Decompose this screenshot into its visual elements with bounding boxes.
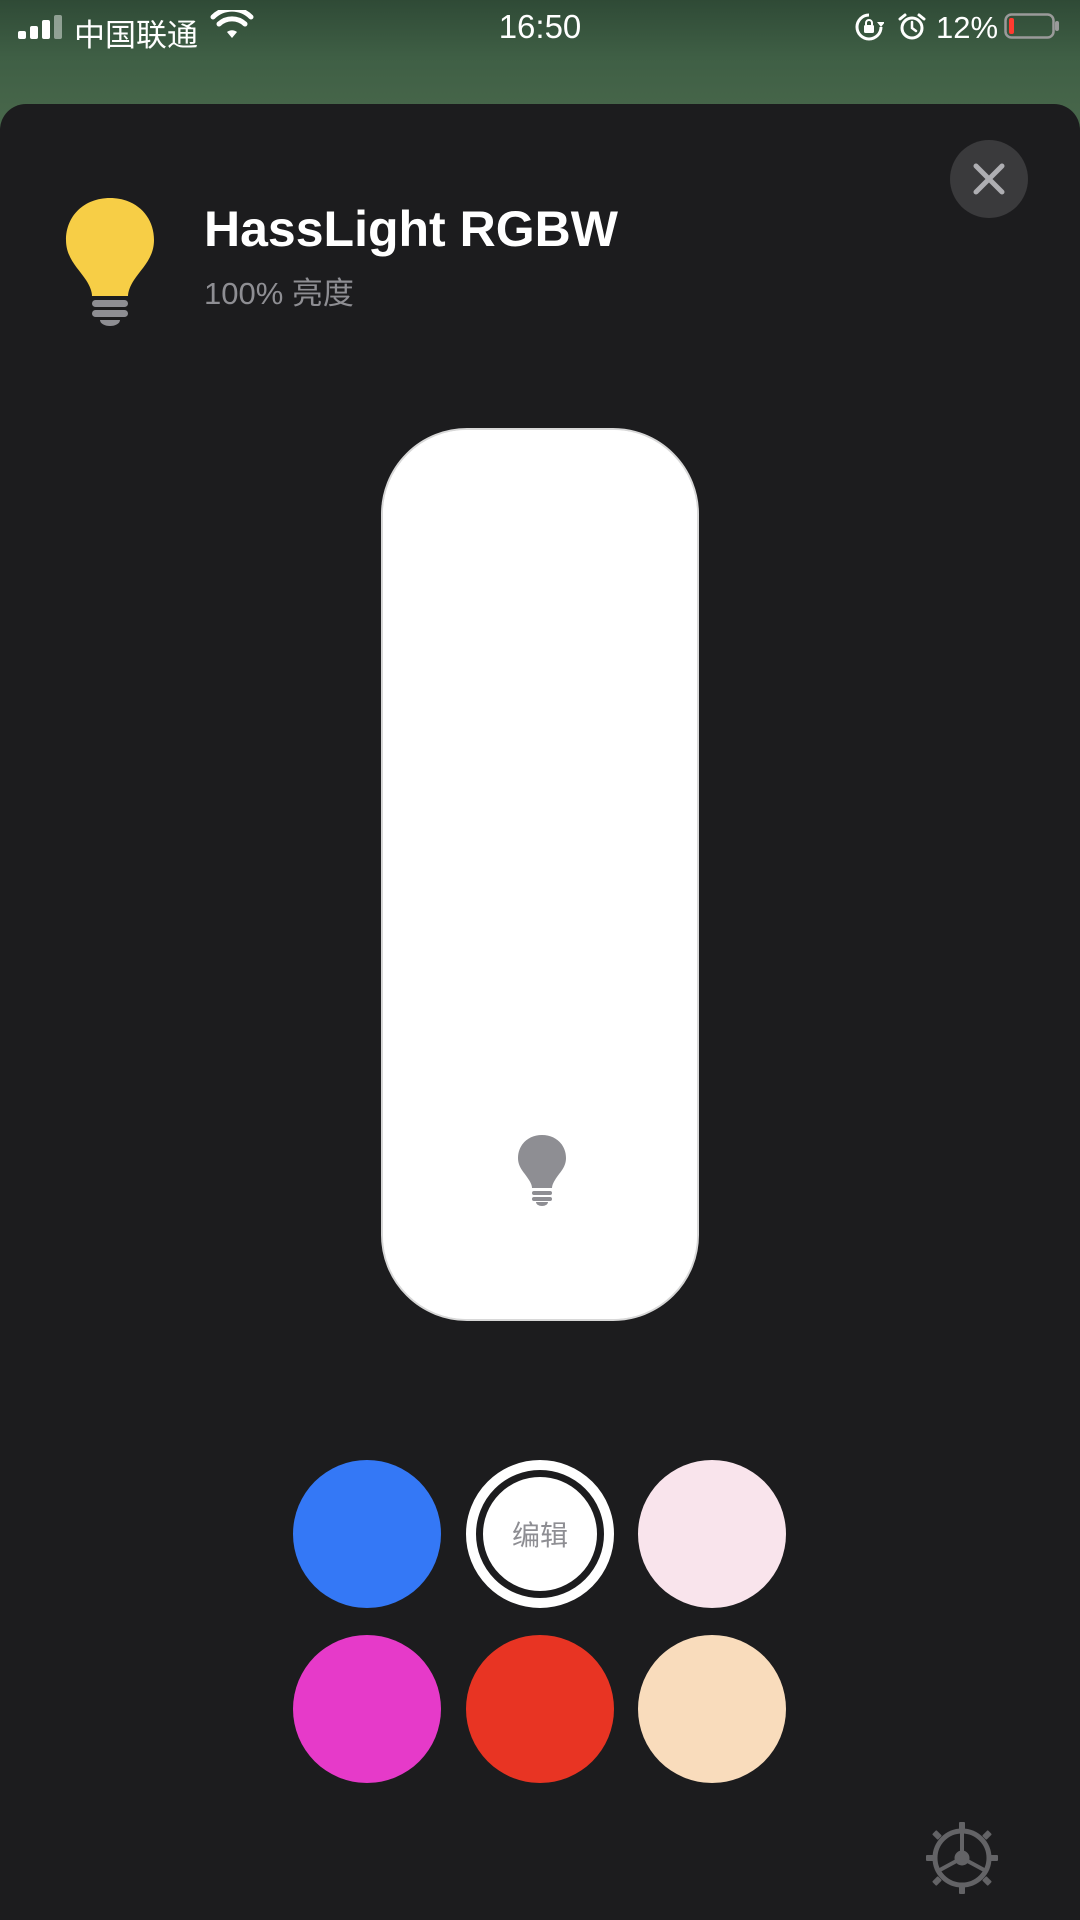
- slider-lightbulb-icon: [518, 1135, 566, 1206]
- battery-percent: 12%: [936, 10, 999, 45]
- alarm-icon: [898, 13, 926, 40]
- color-swatch-light-pink[interactable]: [638, 1460, 786, 1608]
- rotation-lock-icon: [855, 13, 884, 41]
- status-bar: 中国联通 16:50 12%: [0, 0, 1080, 56]
- color-swatch-peach[interactable]: [638, 1635, 786, 1783]
- brightness-slider[interactable]: [381, 428, 699, 1321]
- accessory-name: HassLight RGBW: [204, 201, 618, 257]
- brightness-status: 100% 亮度: [204, 276, 354, 311]
- battery-icon: [1004, 13, 1059, 39]
- edit-swatch-button[interactable]: 编辑: [466, 1460, 614, 1608]
- gear-icon[interactable]: [924, 1820, 1000, 1896]
- color-swatch-magenta[interactable]: [293, 1635, 441, 1783]
- color-swatch-red[interactable]: [466, 1635, 614, 1783]
- edit-label: 编辑: [511, 1520, 568, 1551]
- close-icon: [973, 163, 1005, 195]
- color-swatch-blue[interactable]: [293, 1460, 441, 1608]
- close-button[interactable]: [950, 140, 1028, 218]
- lightbulb-icon: [66, 198, 154, 326]
